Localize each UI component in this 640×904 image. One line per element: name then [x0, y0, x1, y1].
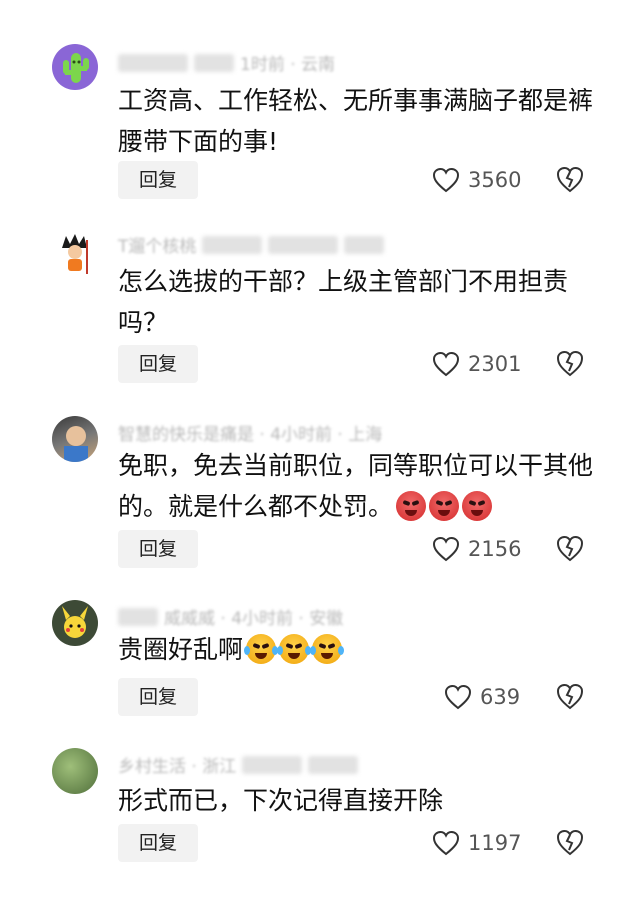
- broken-heart-icon: [555, 535, 585, 566]
- reply-button[interactable]: 回复: [118, 824, 198, 862]
- like-count: 1197: [468, 831, 522, 855]
- pikachu-avatar[interactable]: [52, 600, 98, 646]
- comment-content: 怎么选拔的干部？上级主管部门不用担责吗？: [118, 267, 569, 337]
- reply-button[interactable]: 回复: [118, 161, 198, 199]
- reply-button[interactable]: 回复: [118, 530, 198, 568]
- comment-item: 智慧的快乐是痛是 · 4小时前 · 上海 免职，免去当前职位，同等职位可以干其他…: [0, 390, 640, 590]
- like-count: 2156: [468, 537, 522, 561]
- dislike-button[interactable]: [555, 534, 585, 564]
- broken-heart-icon: [555, 166, 585, 197]
- cactus-avatar[interactable]: [52, 44, 98, 90]
- comment-content: 工资高、工作轻松、无所事事满脑子都是裤腰带下面的事!: [118, 86, 594, 156]
- dislike-button[interactable]: [555, 165, 585, 195]
- comment-meta: 威威威 · 4小时前 · 安徽: [118, 604, 343, 629]
- like-button[interactable]: 639: [432, 678, 520, 716]
- broken-heart-icon: [555, 829, 585, 860]
- like-count: 639: [480, 685, 521, 709]
- dislike-button[interactable]: [555, 349, 585, 379]
- heart-icon: [432, 167, 460, 193]
- like-count: 2301: [468, 352, 522, 376]
- heart-icon: [432, 351, 460, 377]
- like-count: 3560: [468, 168, 522, 192]
- like-button[interactable]: 1197: [432, 824, 521, 862]
- heart-icon: [444, 684, 472, 710]
- dislike-button[interactable]: [555, 828, 585, 858]
- heart-icon: [432, 830, 460, 856]
- comment-content: 贵圈好乱啊: [118, 629, 598, 670]
- comment-item: 威威威 · 4小时前 · 安徽 贵圈好乱啊 回复 639: [0, 590, 640, 740]
- comment-item: T遛个核桃 怎么选拔的干部？上级主管部门不用担责吗？ 回复 2301: [0, 210, 640, 390]
- broken-heart-icon: [555, 350, 585, 381]
- cartoon-boy-avatar[interactable]: [52, 232, 98, 278]
- broken-heart-icon: [555, 683, 585, 714]
- comment-meta: 智慧的快乐是痛是 · 4小时前 · 上海: [118, 425, 383, 445]
- comment-meta: 1时前 · 云南: [118, 50, 335, 75]
- comment-item: 乡村生活 · 浙江 形式而已，下次记得直接开除 回复 1197: [0, 740, 640, 904]
- laugh-cry-emoji: [243, 634, 345, 664]
- comment-text: 免职，免去当前职位，同等职位可以干其他的。就是什么都不处罚。: [118, 451, 594, 521]
- comment-meta: T遛个核桃: [118, 232, 390, 257]
- comment-item: 1时前 · 云南 工资高、工作轻松、无所事事满脑子都是裤腰带下面的事! 回复 3…: [0, 0, 640, 210]
- like-button[interactable]: 3560: [432, 161, 521, 199]
- reply-button[interactable]: 回复: [118, 678, 198, 716]
- comment-text: 贵圈好乱啊: [118, 635, 244, 664]
- heart-icon: [432, 536, 460, 562]
- comment-content: 形式而已，下次记得直接开除: [118, 786, 444, 815]
- dislike-button[interactable]: [555, 682, 585, 712]
- nature-avatar[interactable]: [52, 748, 98, 794]
- comment-content: 免职，免去当前职位，同等职位可以干其他的。就是什么都不处罚。: [118, 445, 598, 527]
- child-photo-avatar[interactable]: [52, 416, 98, 462]
- comment-meta: 乡村生活 · 浙江: [118, 752, 364, 777]
- like-button[interactable]: 2301: [432, 345, 521, 383]
- like-button[interactable]: 2156: [432, 530, 521, 568]
- angry-emoji: [393, 491, 493, 521]
- reply-button[interactable]: 回复: [118, 345, 198, 383]
